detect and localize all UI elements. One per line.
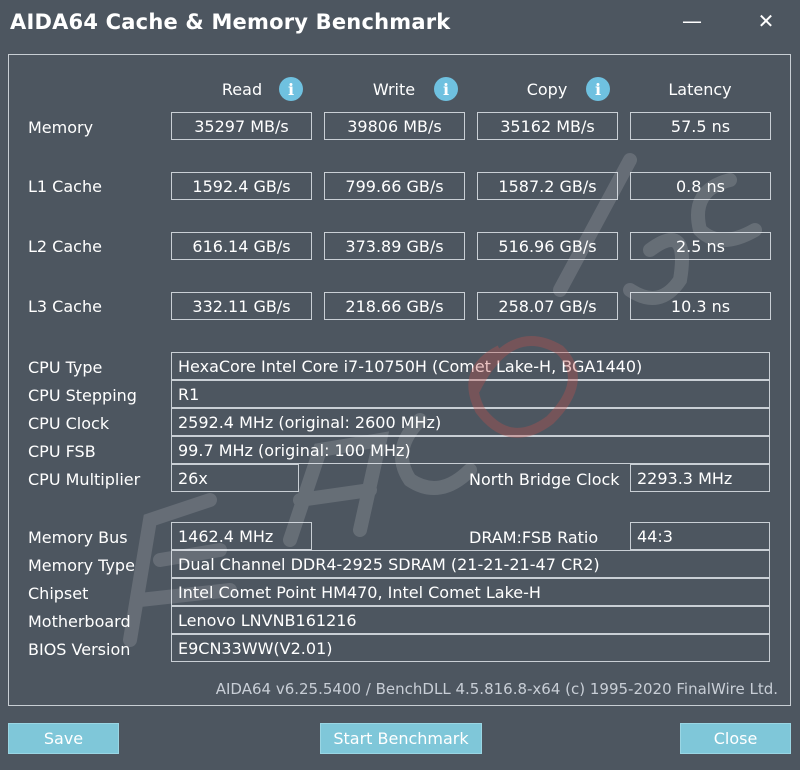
save-button[interactable]: Save (8, 723, 119, 754)
close-window-button[interactable]: ✕ (746, 6, 786, 36)
l3-copy-value: 258.07 GB/s (477, 292, 618, 320)
header-read: Read (221, 80, 263, 99)
cpu-type-value: HexaCore Intel Core i7-10750H (Comet Lak… (171, 352, 770, 380)
row-label-l3: L3 Cache (28, 297, 102, 316)
memory-type-label: Memory Type (28, 556, 135, 575)
cpu-fsb-value: 99.7 MHz (original: 100 MHz) (171, 436, 770, 464)
copyright-footer: AIDA64 v6.25.5400 / BenchDLL 4.5.816.8-x… (215, 680, 778, 698)
l2-read-value: 616.14 GB/s (171, 232, 312, 260)
north-bridge-clock-value: 2293.3 MHz (630, 464, 770, 492)
minimize-icon: — (682, 9, 702, 33)
cpu-multiplier-value: 26x (171, 464, 299, 492)
memory-bus-label: Memory Bus (28, 528, 128, 547)
bios-version-label: BIOS Version (28, 640, 131, 659)
l2-write-value: 373.89 GB/s (324, 232, 465, 260)
north-bridge-clock-label: North Bridge Clock (469, 470, 620, 489)
l1-read-value: 1592.4 GB/s (171, 172, 312, 200)
cpu-multiplier-label: CPU Multiplier (28, 470, 141, 489)
window-title: AIDA64 Cache & Memory Benchmark (10, 10, 451, 34)
cpu-stepping-label: CPU Stepping (28, 386, 137, 405)
cpu-type-label: CPU Type (28, 358, 103, 377)
memory-write-value: 39806 MB/s (324, 112, 465, 140)
cpu-clock-label: CPU Clock (28, 414, 110, 433)
l1-write-value: 799.66 GB/s (324, 172, 465, 200)
header-copy: Copy (526, 80, 568, 99)
header-write: Write (372, 80, 416, 99)
l1-latency-value: 0.8 ns (630, 172, 771, 200)
l3-write-value: 218.66 GB/s (324, 292, 465, 320)
memory-bus-value: 1462.4 MHz (171, 522, 312, 550)
info-icon[interactable]: i (434, 77, 458, 101)
dram-fsb-ratio-label: DRAM:FSB Ratio (469, 528, 599, 547)
l2-copy-value: 516.96 GB/s (477, 232, 618, 260)
l1-copy-value: 1587.2 GB/s (477, 172, 618, 200)
cpu-stepping-value: R1 (171, 380, 770, 408)
l3-latency-value: 10.3 ns (630, 292, 771, 320)
close-icon: ✕ (757, 9, 775, 33)
chipset-label: Chipset (28, 584, 89, 603)
bios-version-value: E9CN33WW(V2.01) (171, 634, 770, 662)
l2-latency-value: 2.5 ns (630, 232, 771, 260)
start-benchmark-button[interactable]: Start Benchmark (320, 723, 482, 754)
row-label-l2: L2 Cache (28, 237, 102, 256)
dram-fsb-ratio-value: 44:3 (630, 522, 770, 550)
info-icon[interactable]: i (279, 77, 303, 101)
row-label-memory: Memory (28, 118, 94, 137)
minimize-button[interactable]: — (672, 6, 712, 36)
close-button[interactable]: Close (680, 723, 791, 754)
motherboard-label: Motherboard (28, 612, 131, 631)
l3-read-value: 332.11 GB/s (171, 292, 312, 320)
cpu-clock-value: 2592.4 MHz (original: 2600 MHz) (171, 408, 770, 436)
chipset-value: Intel Comet Point HM470, Intel Comet Lak… (171, 578, 770, 606)
memory-read-value: 35297 MB/s (171, 112, 312, 140)
motherboard-value: Lenovo LNVNB161216 (171, 606, 770, 634)
cpu-fsb-label: CPU FSB (28, 442, 96, 461)
memory-type-value: Dual Channel DDR4-2925 SDRAM (21-21-21-4… (171, 550, 770, 578)
row-label-l1: L1 Cache (28, 177, 102, 196)
memory-copy-value: 35162 MB/s (477, 112, 618, 140)
info-icon[interactable]: i (586, 77, 610, 101)
memory-latency-value: 57.5 ns (630, 112, 771, 140)
header-latency: Latency (668, 80, 732, 99)
title-bar: AIDA64 Cache & Memory Benchmark — ✕ (0, 0, 800, 48)
